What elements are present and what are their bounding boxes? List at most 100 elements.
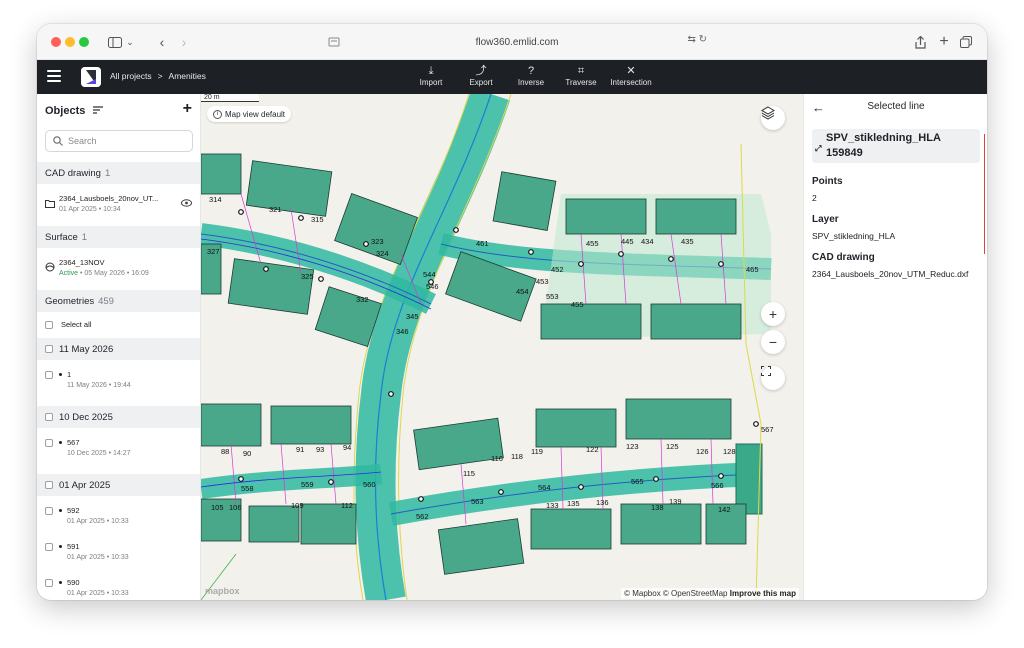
- geometry-item[interactable]: 567 10 Dec 2025 • 14:27: [37, 438, 200, 470]
- point-label[interactable]: 560: [363, 480, 376, 489]
- point-label[interactable]: 563: [471, 497, 484, 506]
- fullscreen-button[interactable]: [761, 366, 785, 390]
- point-label[interactable]: 559: [301, 480, 314, 489]
- point-label[interactable]: 90: [243, 449, 251, 458]
- map-view-chip[interactable]: i Map view default: [207, 106, 292, 122]
- section-geometries[interactable]: Geometries 459: [37, 290, 200, 312]
- sidebar-toggle-icon[interactable]: [107, 32, 123, 52]
- tab-overview-icon[interactable]: [959, 32, 973, 52]
- zoom-in-button[interactable]: +: [761, 302, 785, 326]
- select-all-checkbox[interactable]: [45, 321, 53, 329]
- point-label[interactable]: 314: [209, 195, 222, 204]
- layers-button[interactable]: [761, 106, 785, 130]
- geometry-item[interactable]: 592 01 Apr 2025 • 10:33: [37, 506, 200, 538]
- inverse-button[interactable]: ? Inverse: [509, 64, 553, 87]
- geometry-checkbox[interactable]: [45, 507, 53, 515]
- point-label[interactable]: 128: [723, 447, 736, 456]
- point-label[interactable]: 346: [396, 327, 409, 336]
- geometry-checkbox[interactable]: [45, 439, 53, 447]
- point-label[interactable]: 109: [291, 501, 304, 510]
- point-label[interactable]: 116: [491, 454, 503, 463]
- point-label[interactable]: 454: [516, 287, 529, 296]
- point-label[interactable]: 544: [423, 270, 436, 279]
- point-label[interactable]: 435: [681, 237, 694, 246]
- section-cad-drawing[interactable]: CAD drawing 1: [37, 162, 200, 184]
- point-label[interactable]: 345: [406, 312, 419, 321]
- point-label[interactable]: 139: [669, 497, 682, 506]
- sort-icon[interactable]: [93, 106, 103, 114]
- point-label[interactable]: 118: [511, 452, 523, 461]
- group-checkbox[interactable]: [45, 345, 53, 353]
- point-label[interactable]: 142: [718, 505, 731, 514]
- point-label[interactable]: 455: [571, 300, 584, 309]
- point-label[interactable]: 465: [746, 265, 759, 274]
- geometry-checkbox[interactable]: [45, 579, 53, 587]
- point-label[interactable]: 91: [296, 445, 304, 454]
- geometry-item[interactable]: 590 01 Apr 2025 • 10:33: [37, 578, 200, 600]
- point-label[interactable]: 434: [641, 237, 654, 246]
- point-label[interactable]: 94: [343, 443, 351, 452]
- back-arrow-icon[interactable]: ‹: [155, 32, 169, 52]
- chevron-down-icon[interactable]: ⌄: [125, 32, 135, 52]
- menu-icon[interactable]: [47, 70, 61, 82]
- point-label[interactable]: 325: [301, 272, 314, 281]
- translate-reload-icon[interactable]: ⇆ ↻: [687, 34, 707, 45]
- close-window-button[interactable]: [51, 37, 61, 47]
- improve-map-link[interactable]: Improve this map: [730, 589, 796, 598]
- back-arrow-icon[interactable]: ←: [812, 100, 825, 115]
- group-checkbox[interactable]: [45, 413, 53, 421]
- geometry-item[interactable]: 591 01 Apr 2025 • 10:33: [37, 542, 200, 574]
- traverse-button[interactable]: ⌗ Traverse: [559, 64, 603, 87]
- point-label[interactable]: 136: [596, 498, 609, 507]
- point-label[interactable]: 321: [269, 205, 282, 214]
- point-label[interactable]: 323: [371, 237, 384, 246]
- point-label[interactable]: 105: [211, 503, 224, 512]
- point-label[interactable]: 332: [356, 295, 369, 304]
- group-header[interactable]: 01 Apr 2025: [37, 474, 200, 496]
- point-label[interactable]: 562: [416, 512, 429, 521]
- point-label[interactable]: 455: [586, 239, 599, 248]
- list-item-cad-file[interactable]: 2364_Lausboels_20nov_UT... 01 Apr 2025 •…: [37, 194, 200, 226]
- zoom-out-button[interactable]: −: [761, 330, 785, 354]
- attribution-text[interactable]: © Mapbox © OpenStreetMap: [624, 589, 727, 598]
- point-label[interactable]: 461: [476, 239, 489, 248]
- new-tab-icon[interactable]: +: [937, 32, 951, 52]
- search-input[interactable]: Search: [45, 130, 193, 152]
- point-label[interactable]: 138: [651, 503, 664, 512]
- geometry-checkbox[interactable]: [45, 543, 53, 551]
- point-label[interactable]: 122: [586, 445, 599, 454]
- point-label[interactable]: 119: [531, 447, 543, 456]
- breadcrumb-all-projects[interactable]: All projects: [110, 71, 152, 81]
- list-item-surface[interactable]: 2364_13NOV Active • 05 May 2026 • 16:09: [37, 258, 200, 290]
- point-label[interactable]: 453: [536, 277, 549, 286]
- section-surface[interactable]: Surface 1: [37, 226, 200, 248]
- point-label[interactable]: 106: [229, 503, 242, 512]
- emlid-flow-logo[interactable]: [81, 67, 101, 87]
- point-label[interactable]: 564: [538, 483, 551, 492]
- intersection-button[interactable]: ✕ Intersection: [609, 64, 653, 87]
- point-label[interactable]: 133: [546, 501, 559, 510]
- point-label[interactable]: 125: [666, 442, 679, 451]
- point-label[interactable]: 452: [551, 265, 564, 274]
- point-label[interactable]: 553: [546, 292, 559, 301]
- point-label[interactable]: 324: [376, 249, 389, 258]
- point-label[interactable]: 445: [621, 237, 634, 246]
- point-label[interactable]: 112: [341, 501, 353, 510]
- share-icon[interactable]: [913, 32, 927, 52]
- geometry-checkbox[interactable]: [45, 371, 53, 379]
- point-label[interactable]: 567: [761, 425, 774, 434]
- point-label[interactable]: 126: [696, 447, 709, 456]
- point-label[interactable]: 566: [711, 481, 724, 490]
- import-button[interactable]: ⤓ Import: [409, 64, 453, 87]
- zoom-window-button[interactable]: [79, 37, 89, 47]
- forward-arrow-icon[interactable]: ›: [177, 32, 191, 52]
- geometry-item[interactable]: 1 11 May 2026 • 19:44: [37, 370, 200, 402]
- group-header[interactable]: 10 Dec 2025: [37, 406, 200, 428]
- add-object-button[interactable]: +: [183, 100, 192, 118]
- address-bar[interactable]: flow360.emlid.com ⇆ ↻: [327, 31, 707, 53]
- point-label[interactable]: 135: [567, 499, 580, 508]
- group-header[interactable]: 11 May 2026: [37, 338, 200, 360]
- eye-icon[interactable]: [181, 199, 192, 207]
- point-label[interactable]: 115: [463, 469, 475, 478]
- point-label[interactable]: 558: [241, 484, 254, 493]
